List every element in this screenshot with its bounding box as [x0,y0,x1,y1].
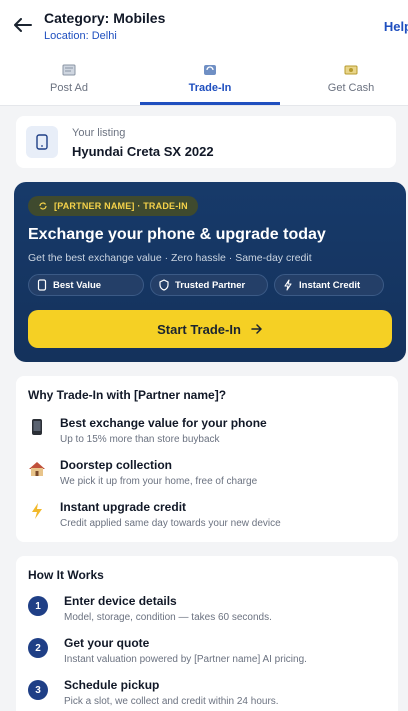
chip-best-value: Best Value [28,274,144,296]
step-item: 1 Enter device details Model, storage, c… [28,594,388,634]
chip-label: Trusted Partner [175,279,246,291]
badge-text: [PARTNER NAME] · TRADE-IN [54,201,188,211]
cash-icon [344,65,358,75]
listing-label: Your listing [72,127,126,139]
listing-title: Hyundai Creta SX 2022 [72,144,214,159]
how-title: How It Works [28,568,104,582]
why-trade-in-card: Why Trade-In with [Partner name]? Best e… [16,376,398,542]
feature-instant-credit: Instant upgrade credit Credit applied sa… [28,500,388,540]
tab-get-cash[interactable]: Get Cash [286,52,408,106]
screen: Category: Mobiles Location: Delhi Help P… [0,0,408,711]
top-bar: Category: Mobiles Location: Delhi Help [0,0,408,52]
feature-desc: We pick it up from your home, free of ch… [60,476,258,487]
step-number: 2 [28,638,48,658]
step-desc: Instant valuation powered by [Partner na… [64,654,307,665]
tab-label: Trade-In [188,82,232,94]
feature-title: Best exchange value for your phone [60,416,267,430]
mobile-phone-icon [28,418,46,436]
header-titles: Category: Mobiles Location: Delhi [44,10,165,42]
tab-post-ad[interactable]: Post Ad [4,52,134,106]
page-title: Category: Mobiles [44,10,166,26]
feature-doorstep: Doorstep collection We pick it up from y… [28,458,388,498]
bolt-icon [284,279,292,291]
listing-card[interactable]: Your listing Hyundai Creta SX 2022 [16,116,396,168]
hero-title: Exchange your phone & upgrade today [28,226,326,243]
chip-label: Instant Credit [299,279,361,291]
why-title: Why Trade-In with [Partner name]? [28,388,227,402]
tab-label: Post Ad [50,82,88,94]
refresh-icon [39,202,47,210]
step-item: 3 Schedule pickup Pick a slot, we collec… [28,678,388,711]
trade-in-icon [204,65,216,75]
cta-label: Start Trade-In [157,321,241,337]
feature-desc: Up to 15% more than store buyback [60,434,220,445]
help-link[interactable]: Help [384,19,408,34]
tab-label: Get Cash [327,82,375,94]
step-title: Schedule pickup [64,678,160,692]
tab-bar: Post Ad Trade-In Get Cash [0,52,408,106]
lightning-icon [28,502,46,520]
step-desc: Model, storage, condition — takes 60 sec… [64,612,272,623]
tab-trade-in[interactable]: Trade-In [145,52,275,106]
chip-trusted-partner: Trusted Partner [150,274,268,296]
arrow-right-icon [251,324,262,334]
shield-icon [159,279,169,291]
how-it-works-card: How It Works 1 Enter device details Mode… [16,556,398,711]
chip-label: Best Value [53,279,102,291]
active-tab-indicator [140,102,280,105]
step-title: Enter device details [64,594,177,608]
feature-title: Doorstep collection [60,458,173,472]
start-trade-in-button[interactable]: Start Trade-In [28,310,392,348]
feature-desc: Credit applied same day towards your new… [60,518,281,529]
feature-best-value: Best exchange value for your phone Up to… [28,416,388,456]
feature-title: Instant upgrade credit [60,500,187,514]
step-number: 3 [28,680,48,700]
post-ad-icon [62,64,76,76]
hero-subtitle: Get the best exchange value · Zero hassl… [28,252,312,264]
step-desc: Pick a slot, we collect and credit withi… [64,696,279,707]
chip-instant-credit: Instant Credit [274,274,384,296]
back-arrow-icon[interactable] [12,14,34,36]
step-title: Get your quote [64,636,150,650]
step-item: 2 Get your quote Instant valuation power… [28,636,388,676]
trade-in-hero-card: [PARTNER NAME] · TRADE-IN Exchange your … [14,182,406,362]
tag-icon [37,279,47,291]
phone-icon [26,126,58,158]
location-label[interactable]: Location: Delhi [44,30,165,42]
house-icon [28,460,46,478]
partner-badge: [PARTNER NAME] · TRADE-IN [28,196,198,216]
step-number: 1 [28,596,48,616]
